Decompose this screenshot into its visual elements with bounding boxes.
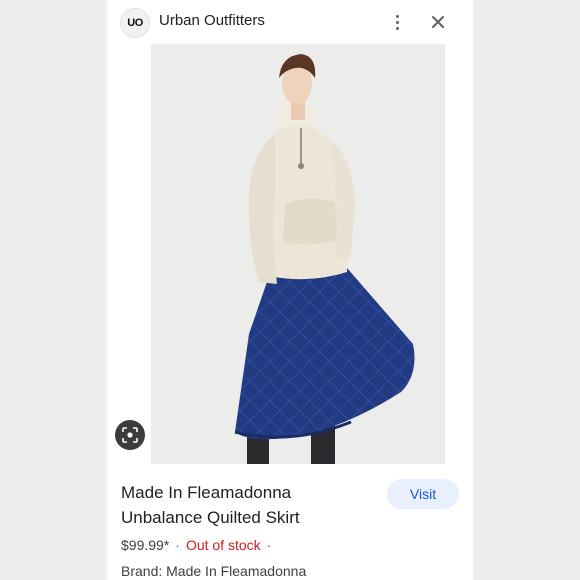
site-logo[interactable]: UO — [120, 8, 150, 38]
product-photo[interactable] — [151, 44, 445, 464]
card-header: UO Urban Outfitters — [107, 0, 473, 44]
more-vert-icon[interactable] — [389, 11, 405, 33]
price: $99.99* — [121, 537, 170, 553]
product-title[interactable]: Made In Fleamadonna Unbalance Quilted Sk… — [121, 480, 361, 530]
product-card: UO Urban Outfitters Made In Fleamadonna … — [107, 0, 473, 580]
separator-dot: · — [175, 537, 180, 553]
price-stock-line: $99.99* · Out of stock · — [121, 537, 277, 553]
visit-button[interactable]: Visit — [387, 479, 459, 509]
brand-line: Brand: Made In Fleamadonna — [121, 563, 307, 579]
site-name[interactable]: Urban Outfitters — [159, 12, 265, 29]
close-icon[interactable] — [427, 11, 449, 33]
lens-search-icon[interactable] — [115, 420, 145, 450]
separator-dot-trailing: · — [266, 537, 272, 553]
stock-status: Out of stock — [185, 537, 261, 553]
